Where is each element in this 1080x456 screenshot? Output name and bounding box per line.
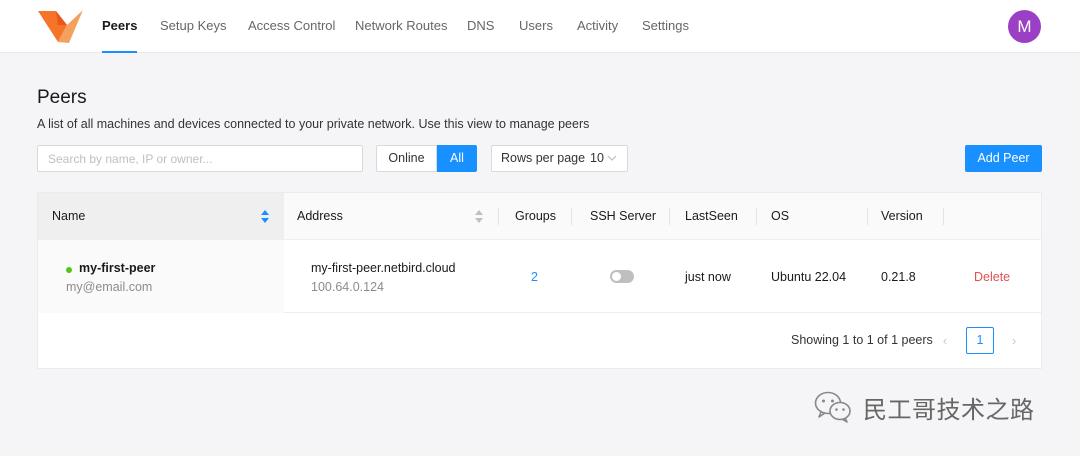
page-description: A list of all machines and devices conne… xyxy=(37,117,590,131)
nav-tab-dns[interactable]: DNS xyxy=(467,0,494,53)
peer-dns-address: my-first-peer.netbird.cloud xyxy=(311,261,456,275)
nav-tab-network-routes[interactable]: Network Routes xyxy=(355,0,447,53)
wechat-icon xyxy=(814,391,851,423)
page-title: Peers xyxy=(37,87,87,108)
pagination-page-1[interactable]: 1 xyxy=(966,327,994,354)
peers-table: Name Address Groups SSH Server LastSeen … xyxy=(37,192,1042,369)
delete-peer-button[interactable]: Delete xyxy=(974,270,1010,284)
table-row: my-first-peer my@email.com my-first-peer… xyxy=(38,240,1041,313)
filter-all-button[interactable]: All xyxy=(437,145,477,172)
filter-online-button[interactable]: Online xyxy=(376,145,437,172)
top-nav: Peers Setup Keys Access Control Network … xyxy=(0,0,1080,53)
pagination-summary: Showing 1 to 1 of 1 peers xyxy=(791,333,933,347)
nav-tab-peers[interactable]: Peers xyxy=(102,0,138,53)
nav-tab-setup-keys[interactable]: Setup Keys xyxy=(160,0,227,53)
toggle-knob xyxy=(612,272,621,281)
watermark-text: 民工哥技术之路 xyxy=(863,396,1035,424)
rows-per-page-label: Rows per page xyxy=(501,151,586,165)
column-header-os: OS xyxy=(771,209,790,223)
peer-ip-address: 100.64.0.124 xyxy=(311,280,384,294)
pagination-prev-button[interactable]: ‹ xyxy=(938,332,952,350)
rows-per-page-select[interactable]: Rows per page 10 xyxy=(491,145,628,172)
column-header-ssh-server: SSH Server xyxy=(590,209,656,223)
nav-tab-activity[interactable]: Activity xyxy=(577,0,618,53)
peer-os: Ubuntu 22.04 xyxy=(771,270,847,284)
peer-email: my@email.com xyxy=(66,280,153,294)
online-status-dot xyxy=(66,267,72,273)
table-header: Name Address Groups SSH Server LastSeen … xyxy=(38,193,1041,240)
sort-icon[interactable] xyxy=(261,210,269,223)
chevron-down-icon xyxy=(607,155,617,161)
add-peer-button[interactable]: Add Peer xyxy=(965,145,1042,172)
search-input[interactable] xyxy=(37,145,363,172)
netbird-logo-icon[interactable] xyxy=(37,9,85,45)
column-header-address[interactable]: Address xyxy=(297,193,343,240)
peer-groups-link[interactable]: 2 xyxy=(531,270,538,284)
user-avatar[interactable]: M xyxy=(1008,10,1041,43)
nav-tab-settings[interactable]: Settings xyxy=(642,0,689,53)
column-header-name[interactable]: Name xyxy=(52,193,85,240)
nav-tab-access-control[interactable]: Access Control xyxy=(248,0,335,53)
column-header-last-seen: LastSeen xyxy=(685,209,738,223)
column-header-version: Version xyxy=(881,209,923,223)
ssh-server-toggle[interactable] xyxy=(610,270,634,283)
rows-per-page-value: 10 xyxy=(590,151,604,165)
peer-name[interactable]: my-first-peer xyxy=(79,261,155,275)
pagination-next-button[interactable]: › xyxy=(1007,332,1021,350)
sort-icon[interactable] xyxy=(475,210,483,223)
peer-last-seen: just now xyxy=(685,270,731,284)
nav-tab-users[interactable]: Users xyxy=(519,0,553,53)
column-header-groups: Groups xyxy=(515,209,556,223)
peer-version: 0.21.8 xyxy=(881,270,916,284)
